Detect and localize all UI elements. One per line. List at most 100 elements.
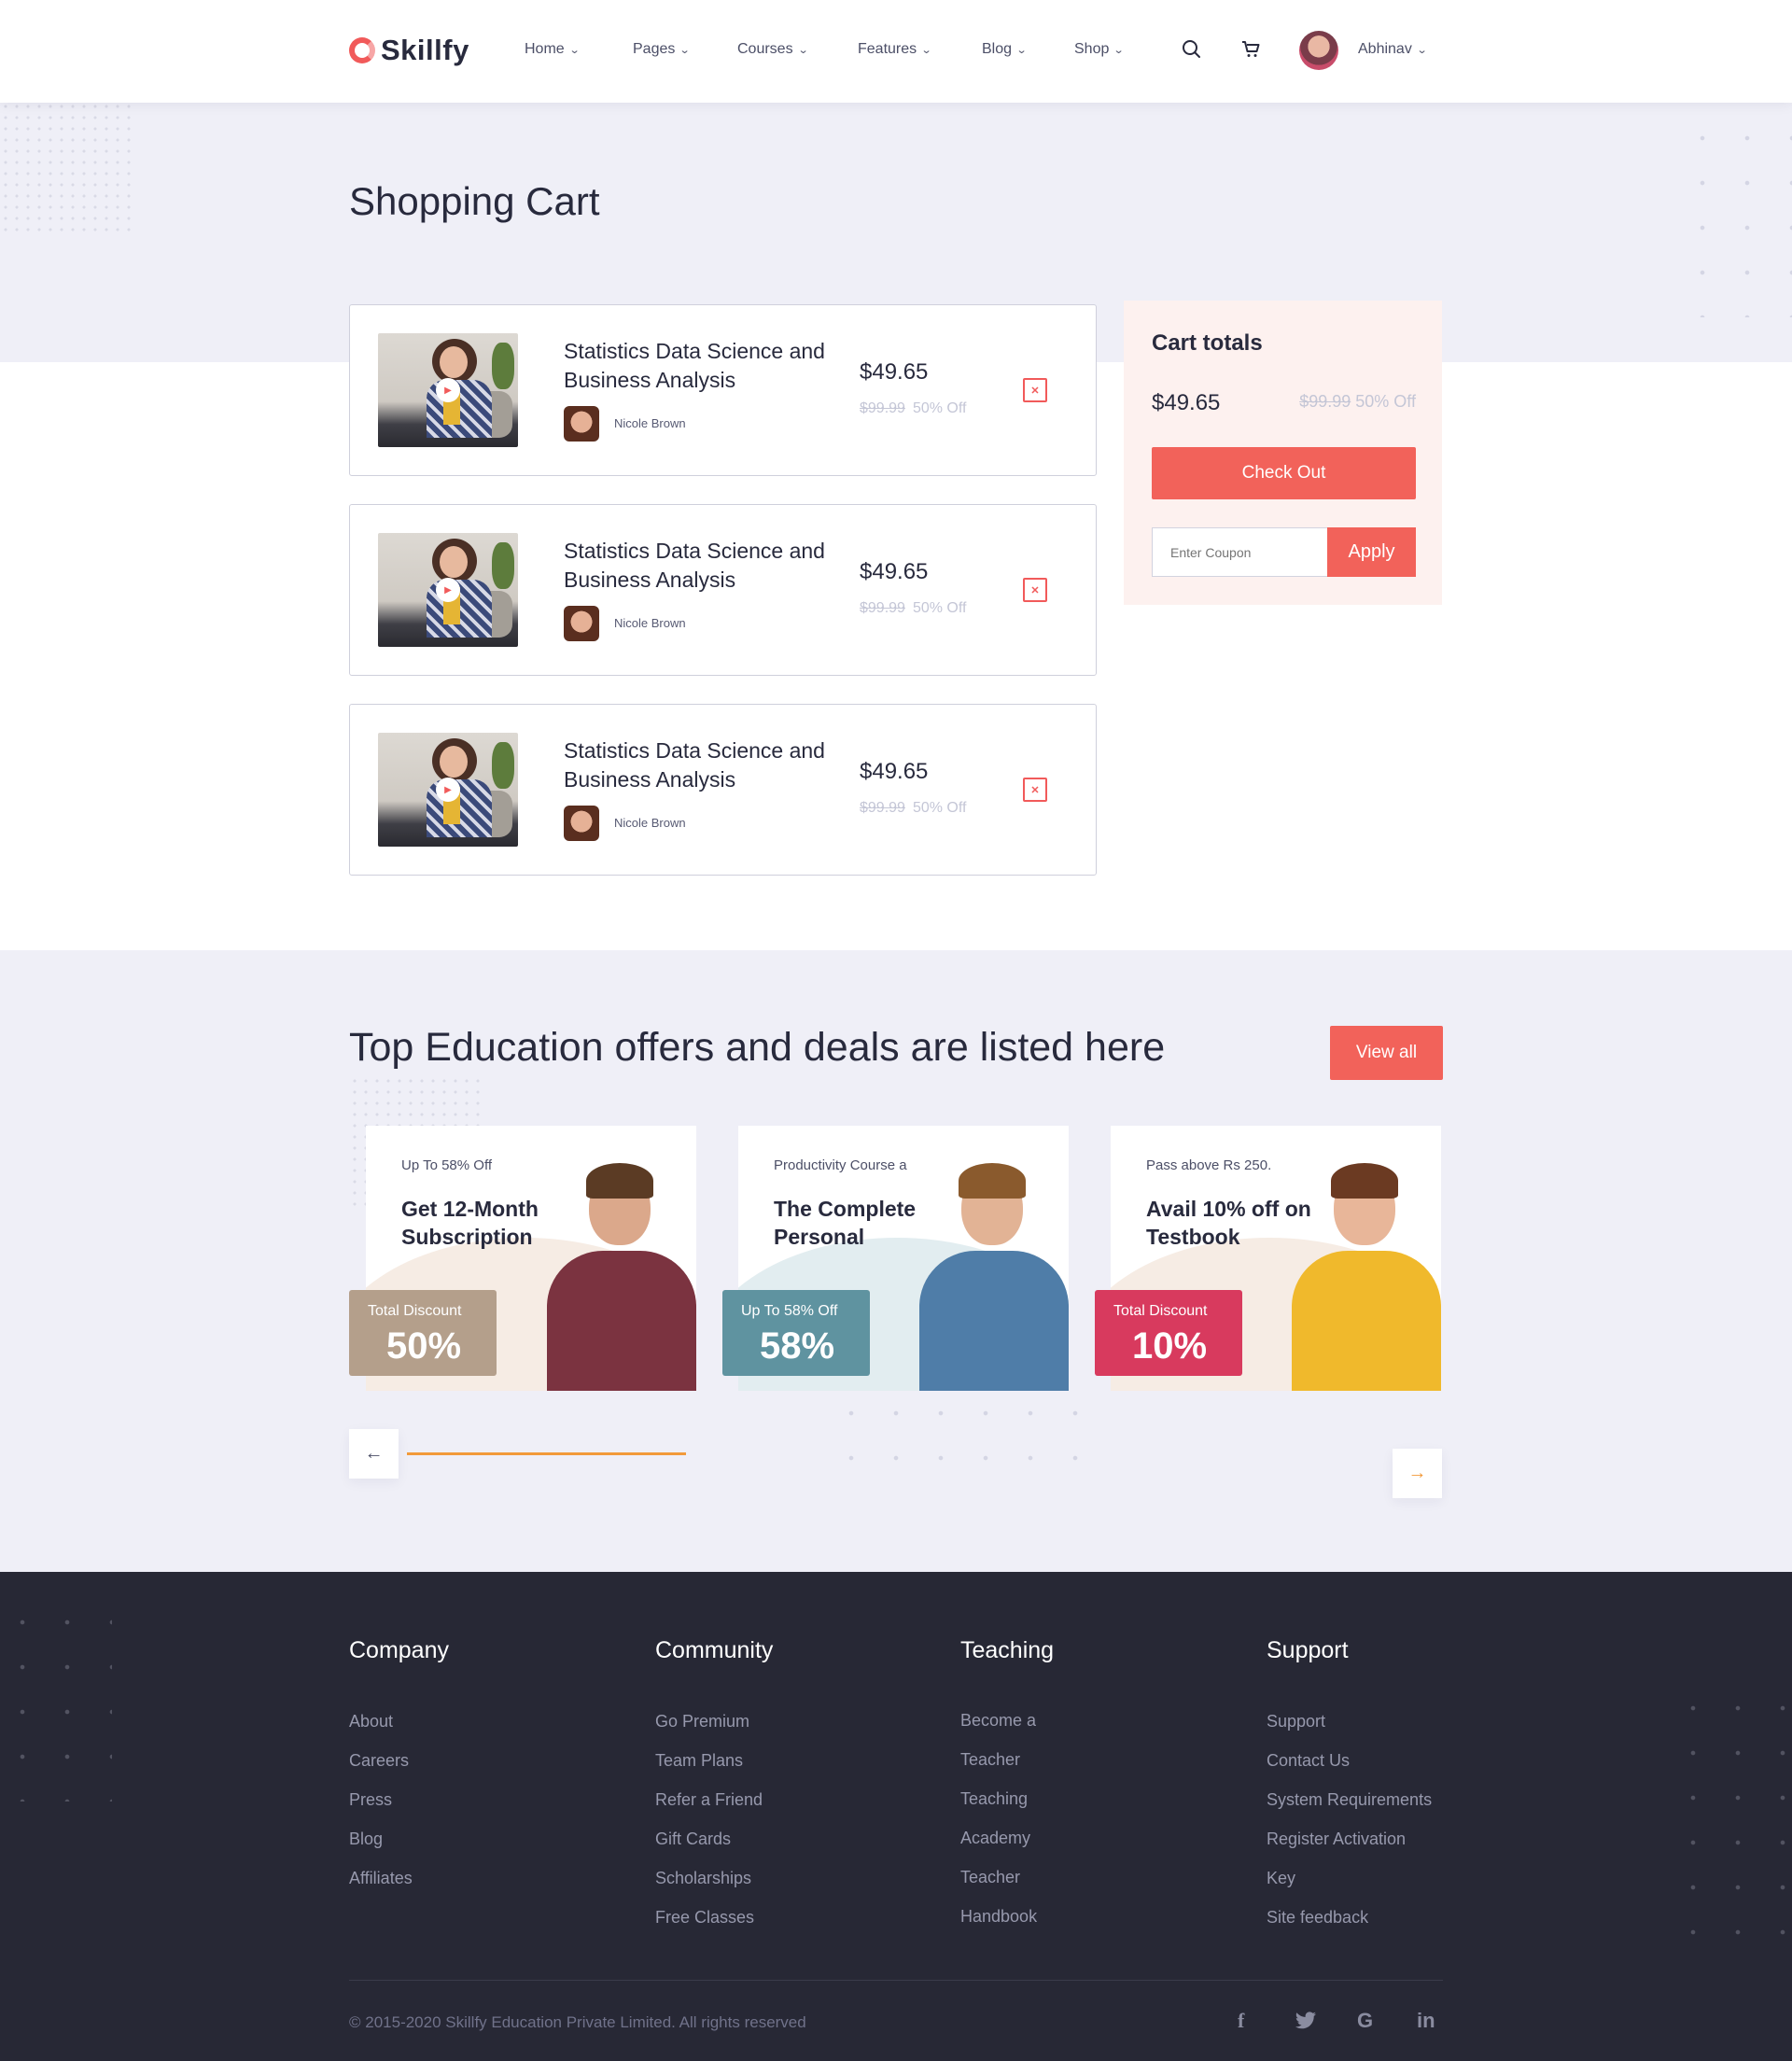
user-avatar[interactable] xyxy=(1299,31,1338,70)
nav-features[interactable]: Features ⌄ xyxy=(858,41,932,58)
nav-label: Blog xyxy=(982,41,1013,57)
footer-link[interactable]: Press xyxy=(349,1790,392,1810)
decorative-dots xyxy=(0,101,131,231)
offer-photo xyxy=(1292,1148,1441,1391)
copyright: © 2015-2020 Skillfy Education Private Li… xyxy=(349,2013,806,2031)
nav-label: Home xyxy=(525,41,565,57)
decorative-dots xyxy=(0,1600,112,1802)
badge-label: Total Discount xyxy=(368,1303,462,1319)
arrow-right-icon[interactable]: → xyxy=(1393,1449,1442,1498)
discount-label: 50% Off xyxy=(1355,392,1416,411)
footer-link[interactable]: Site feedback xyxy=(1267,1908,1368,1928)
course-title[interactable]: Statistics Data Science and Business Ana… xyxy=(564,337,834,395)
offer-kicker: Up To 58% Off xyxy=(401,1157,493,1173)
chevron-down-icon: ⌄ xyxy=(797,44,809,56)
footer-link[interactable]: Blog xyxy=(349,1830,383,1849)
footer-link[interactable]: Register Activation xyxy=(1267,1830,1406,1849)
cart-item: ▶ Statistics Data Science and Business A… xyxy=(349,504,1097,676)
author-name: Nicole Brown xyxy=(614,416,686,430)
course-title[interactable]: Statistics Data Science and Business Ana… xyxy=(564,537,834,595)
carousel-progress xyxy=(407,1452,686,1455)
chevron-down-icon: ⌄ xyxy=(679,44,691,56)
discount-badge: Total Discount 10% xyxy=(1095,1290,1242,1376)
close-icon[interactable]: ✕ xyxy=(1023,378,1047,402)
total-price: $49.65 xyxy=(1152,390,1221,415)
course-thumbnail[interactable]: ▶ xyxy=(378,533,518,647)
cart-icon[interactable] xyxy=(1239,37,1264,62)
badge-value: 50% xyxy=(386,1325,462,1367)
nav-pages[interactable]: Pages ⌄ xyxy=(633,41,691,58)
footer-link[interactable]: Teaching xyxy=(960,1789,1028,1809)
arrow-left-icon[interactable]: ← xyxy=(349,1429,399,1479)
course-thumbnail[interactable]: ▶ xyxy=(378,733,518,847)
footer-link[interactable]: Refer a Friend xyxy=(655,1790,763,1810)
apply-coupon-button[interactable]: Apply xyxy=(1327,527,1416,577)
footer-link[interactable]: Support xyxy=(1267,1712,1325,1732)
author-avatar xyxy=(564,406,599,442)
footer-link[interactable]: About xyxy=(349,1712,393,1732)
old-price: $99.99 xyxy=(860,800,905,816)
footer-link[interactable]: Handbook xyxy=(960,1907,1037,1927)
linkedin-icon[interactable]: in xyxy=(1417,2009,1435,2033)
footer-link[interactable]: Academy xyxy=(960,1829,1030,1848)
footer-link[interactable]: Teacher xyxy=(960,1868,1020,1887)
total-discount: $99.99 50% Off xyxy=(1299,392,1416,412)
play-icon[interactable]: ▶ xyxy=(436,378,460,402)
cart-item: ▶ Statistics Data Science and Business A… xyxy=(349,704,1097,876)
footer-link[interactable]: Team Plans xyxy=(655,1751,743,1771)
facebook-icon[interactable]: f xyxy=(1238,2009,1244,2033)
course-title[interactable]: Statistics Data Science and Business Ana… xyxy=(564,736,834,794)
footer-link[interactable]: Gift Cards xyxy=(655,1830,731,1849)
footer-link[interactable]: Free Classes xyxy=(655,1908,754,1928)
footer-link[interactable]: Teacher xyxy=(960,1750,1020,1770)
site-header: Skillfy Home ⌄ Pages ⌄ Courses ⌄ Features ⌄ … xyxy=(0,0,1792,103)
play-icon[interactable]: ▶ xyxy=(436,578,460,602)
chevron-down-icon: ⌄ xyxy=(920,44,932,56)
footer-link[interactable]: Go Premium xyxy=(655,1712,749,1732)
decorative-dots xyxy=(829,1391,1090,1465)
course-thumbnail[interactable]: ▶ xyxy=(378,333,518,447)
page-title: Shopping Cart xyxy=(349,179,600,223)
discount-label: 50% Off xyxy=(912,600,967,616)
user-menu[interactable]: Abhinav ⌄ xyxy=(1358,41,1427,58)
logo[interactable]: Skillfy xyxy=(349,34,469,67)
badge-value: 10% xyxy=(1132,1325,1208,1367)
footer-link[interactable]: Key xyxy=(1267,1869,1295,1888)
nav-home[interactable]: Home ⌄ xyxy=(525,41,581,58)
badge-value: 58% xyxy=(760,1325,835,1367)
nav-blog[interactable]: Blog ⌄ xyxy=(982,41,1028,58)
footer-link[interactable]: Contact Us xyxy=(1267,1751,1350,1771)
footer-link[interactable]: Careers xyxy=(349,1751,409,1771)
chevron-down-icon: ⌄ xyxy=(568,44,581,56)
decorative-dots xyxy=(1671,1686,1792,1938)
course-price: $49.65 xyxy=(860,759,929,784)
footer-link[interactable]: System Requirements xyxy=(1267,1790,1432,1810)
footer-link[interactable]: Become a xyxy=(960,1711,1036,1731)
discount-label: 50% Off xyxy=(912,400,967,416)
badge-label: Up To 58% Off xyxy=(741,1303,838,1319)
play-icon[interactable]: ▶ xyxy=(436,778,460,802)
offer-photo xyxy=(547,1148,696,1391)
footer-column-title: Teaching xyxy=(960,1637,1055,1663)
offer-kicker: Pass above Rs 250. xyxy=(1146,1157,1272,1173)
twitter-icon[interactable] xyxy=(1295,2011,1317,2031)
close-icon[interactable]: ✕ xyxy=(1023,778,1047,802)
checkout-button[interactable]: Check Out xyxy=(1152,447,1416,499)
google-icon[interactable]: G xyxy=(1357,2009,1373,2033)
close-icon[interactable]: ✕ xyxy=(1023,578,1047,602)
coupon-input[interactable] xyxy=(1152,527,1327,577)
nav-shop[interactable]: Shop ⌄ xyxy=(1074,41,1125,58)
price-discount: $99.99 50% Off xyxy=(860,600,966,617)
old-price: $99.99 xyxy=(860,400,905,416)
cart-totals-panel: Cart totals $49.65 $99.99 50% Off Check … xyxy=(1124,301,1442,605)
course-price: $49.65 xyxy=(860,359,929,385)
footer-link[interactable]: Affiliates xyxy=(349,1869,413,1888)
decorative-dots xyxy=(1680,116,1792,317)
offer-kicker: Productivity Course a xyxy=(774,1157,907,1173)
price-discount: $99.99 50% Off xyxy=(860,400,966,417)
search-icon[interactable] xyxy=(1180,37,1204,62)
nav-label: Courses xyxy=(737,41,793,57)
view-all-button[interactable]: View all xyxy=(1330,1026,1443,1080)
nav-courses[interactable]: Courses ⌄ xyxy=(737,41,809,58)
footer-link[interactable]: Scholarships xyxy=(655,1869,751,1888)
